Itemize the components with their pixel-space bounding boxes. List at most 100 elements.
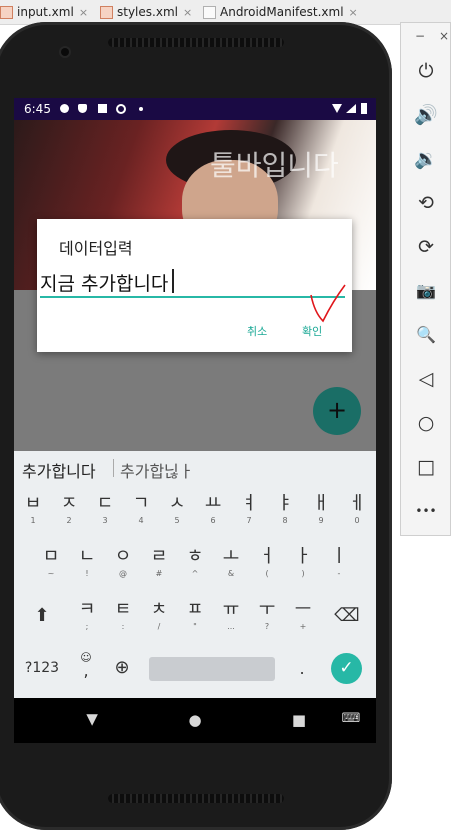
- key-ㅎ[interactable]: ㅎ ^: [179, 543, 211, 581]
- key-ㅗ[interactable]: ㅗ &: [215, 543, 247, 581]
- rotate-right-icon[interactable]: ⟳: [412, 233, 440, 261]
- key-sub: -: [337, 569, 341, 578]
- key-sub: 4: [138, 516, 144, 525]
- key-sub: ;: [85, 622, 89, 631]
- suggestion-primary[interactable]: 추가합니다: [22, 458, 96, 482]
- signal-icon: [346, 104, 356, 113]
- top-speaker-grille: [108, 38, 284, 47]
- key-ㅐ[interactable]: ㅐ9: [305, 490, 337, 528]
- key-ㅋ[interactable]: ㅋ;: [71, 596, 103, 634]
- key-sub: 8: [282, 516, 288, 525]
- tab-label: AndroidManifest.xml: [220, 5, 344, 19]
- sync-status-icon: [116, 104, 126, 114]
- close-icon[interactable]: ×: [439, 29, 449, 43]
- space-bar[interactable]: [149, 657, 275, 681]
- key-main: ㄹ: [150, 546, 168, 567]
- key-ㅂ[interactable]: ㅂ1: [17, 490, 49, 528]
- volume-down-icon[interactable]: 🔉: [412, 145, 440, 173]
- camera-icon[interactable]: 📷: [412, 277, 440, 305]
- key-sub: ": [193, 622, 197, 631]
- nav-recents-icon[interactable]: ■: [284, 711, 314, 729]
- key-main: ㅐ: [312, 493, 330, 514]
- nav-home-icon[interactable]: ●: [180, 711, 210, 729]
- key-main: ㄱ: [132, 493, 150, 514]
- key-sub: !: [85, 569, 89, 578]
- key-ㅣ[interactable]: ㅣ-: [323, 543, 355, 581]
- key-ㅑ[interactable]: ㅑ8: [269, 490, 301, 528]
- shift-key[interactable]: ⬆: [28, 605, 56, 626]
- key-ㅜ[interactable]: ㅜ?: [251, 596, 283, 634]
- key-main: ㅕ: [240, 493, 258, 514]
- key-main: ㅎ: [186, 546, 204, 567]
- globe-icon[interactable]: ⊕: [110, 657, 134, 678]
- tab-close-icon[interactable]: ×: [79, 6, 88, 19]
- tab-close-icon[interactable]: ×: [349, 6, 358, 19]
- key-sub: 1: [30, 516, 36, 525]
- wifi-icon: [332, 104, 342, 113]
- key-main: ㅈ: [60, 493, 78, 514]
- tab-styles-xml[interactable]: styles.xml ×: [100, 0, 192, 24]
- tab-close-icon[interactable]: ×: [183, 6, 192, 19]
- key-main: ㅋ: [78, 599, 96, 620]
- key-main: ㅣ: [330, 546, 348, 567]
- key-main: ㅅ: [168, 493, 186, 514]
- key-ㅇ[interactable]: ㅇ @: [107, 543, 139, 581]
- key-ㅡ[interactable]: ㅡ +: [287, 596, 319, 634]
- keyboard-suggestion-strip: 추가합니다 추가합닎ㅏ: [14, 451, 376, 485]
- tab-label: input.xml: [17, 5, 74, 19]
- key-ㅓ[interactable]: ㅓ(: [251, 543, 283, 581]
- dialog-text-input[interactable]: [40, 268, 345, 298]
- more-icon[interactable]: •••: [412, 497, 440, 525]
- front-camera: [61, 48, 69, 56]
- key-main: ㅗ: [222, 546, 240, 567]
- symbols-key[interactable]: ?123: [20, 660, 64, 676]
- floating-action-button[interactable]: +: [313, 387, 361, 435]
- status-bar: 6:45: [14, 98, 376, 120]
- key-ㅕ[interactable]: ㅕ7: [233, 490, 265, 528]
- key-sub: @: [119, 569, 127, 578]
- key-ㄱ[interactable]: ㄱ4: [125, 490, 157, 528]
- overview-icon[interactable]: □: [412, 453, 440, 481]
- back-icon[interactable]: ◁: [412, 365, 440, 393]
- key-ㅍ[interactable]: ㅍ ": [179, 596, 211, 634]
- xml-file-icon: [0, 5, 13, 19]
- tab-input-xml[interactable]: input.xml ×: [0, 0, 88, 24]
- emoji-comma-key[interactable]: ☺ ,: [76, 651, 96, 679]
- key-ㄴ[interactable]: ㄴ!: [71, 543, 103, 581]
- notification-dot-icon: [139, 107, 143, 111]
- key-ㅠ[interactable]: ㅠ...: [215, 596, 247, 634]
- key-ㅛ[interactable]: ㅛ6: [197, 490, 229, 528]
- home-icon[interactable]: ○: [412, 409, 440, 437]
- key-ㄹ[interactable]: ㄹ #: [143, 543, 175, 581]
- enter-key[interactable]: ✓: [331, 653, 362, 684]
- period-key[interactable]: .: [292, 659, 312, 678]
- backspace-key[interactable]: ⌫: [332, 605, 362, 626]
- key-ㅊ[interactable]: ㅊ /: [143, 596, 175, 634]
- key-sub: ): [301, 569, 305, 578]
- dialog-title: 데이터입력: [59, 239, 133, 258]
- key-ㅏ[interactable]: ㅏ): [287, 543, 319, 581]
- cancel-button[interactable]: 취소: [247, 323, 267, 339]
- nav-back-icon[interactable]: ◀: [82, 705, 100, 735]
- settings-status-icon: [60, 104, 69, 113]
- nav-keyboard-switch-icon[interactable]: ⌨: [336, 711, 366, 726]
- key-ㅌ[interactable]: ㅌ:: [107, 596, 139, 634]
- key-ㅈ[interactable]: ㅈ2: [53, 490, 85, 528]
- input-dialog: 데이터입력 취소 확인: [37, 219, 352, 352]
- minimize-icon[interactable]: −: [415, 29, 425, 43]
- key-main: ㅔ: [348, 493, 366, 514]
- key-main: ㅊ: [150, 599, 168, 620]
- shield-status-icon: [78, 104, 87, 113]
- power-icon[interactable]: ⏻: [412, 57, 440, 85]
- suggestion-secondary[interactable]: 추가합닎ㅏ: [120, 458, 194, 482]
- volume-up-icon[interactable]: 🔊: [412, 101, 440, 129]
- key-sub: ...: [227, 622, 235, 631]
- key-ㄷ[interactable]: ㄷ3: [89, 490, 121, 528]
- key-ㅅ[interactable]: ㅅ5: [161, 490, 193, 528]
- key-ㅔ[interactable]: ㅔ0: [341, 490, 373, 528]
- tab-android-manifest[interactable]: AndroidManifest.xml ×: [203, 0, 358, 24]
- rotate-left-icon[interactable]: ⟲: [412, 189, 440, 217]
- key-sub: :: [121, 622, 125, 631]
- key-ㅁ[interactable]: ㅁ ~: [35, 543, 67, 581]
- zoom-icon[interactable]: 🔍: [412, 321, 440, 349]
